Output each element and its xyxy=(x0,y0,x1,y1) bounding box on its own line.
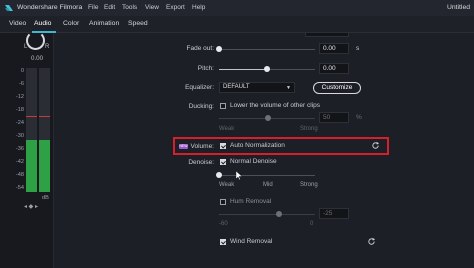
menu-file[interactable]: File xyxy=(88,4,98,11)
meter-unit: dB xyxy=(42,195,49,201)
wind-removal-label: Wind Removal xyxy=(230,238,273,245)
pitch-slider-thumb[interactable] xyxy=(264,66,270,72)
equalizer-select[interactable]: DEFAULT ▼ xyxy=(219,82,295,93)
new-badge: NEW xyxy=(179,144,188,149)
meter-scale-label: -42 xyxy=(15,159,24,165)
hum-removal-checkbox[interactable] xyxy=(220,199,226,205)
denoise-tick-weak: Weak xyxy=(219,182,235,188)
tab-video[interactable]: Video xyxy=(9,20,26,27)
ducking-slider-thumb[interactable] xyxy=(265,115,271,121)
meter-scale-label: -54 xyxy=(15,185,24,191)
ducking-checkbox-label: Lower the volume of other clips xyxy=(230,102,320,109)
fade-out-label: Fade out: xyxy=(186,45,214,52)
volume-label: Volume: xyxy=(190,143,215,150)
meter-scale-label: -18 xyxy=(15,107,24,113)
title-bar: Wondershare Filmora File Edit Tools View… xyxy=(0,0,474,16)
menu-export[interactable]: Export xyxy=(166,4,185,11)
auto-normalization-label: Auto Normalization xyxy=(230,142,285,149)
menu-help[interactable]: Help xyxy=(192,4,205,11)
customize-button[interactable]: Customize xyxy=(313,82,361,94)
meter-value: 0.00 xyxy=(31,55,44,62)
app-name: Wondershare Filmora xyxy=(17,4,83,11)
right-channel-level xyxy=(39,140,50,192)
auto-normalization-checkbox[interactable] xyxy=(220,143,226,149)
hum-tick-max: 0 xyxy=(310,221,314,227)
ducking-tick-weak: Weak xyxy=(219,126,235,132)
fade-out-unit: s xyxy=(356,45,360,52)
normal-denoise-checkbox[interactable] xyxy=(220,159,226,165)
meter-scale-label: 0 xyxy=(20,68,24,74)
ducking-label: Ducking: xyxy=(188,103,214,110)
right-channel-meter xyxy=(39,68,50,192)
meter-nav-controls[interactable]: ◂ ◆ ▸ xyxy=(24,203,38,210)
normal-denoise-label: Normal Denoise xyxy=(230,158,277,165)
denoise-slider[interactable] xyxy=(219,175,315,176)
hum-tick-min: -60 xyxy=(219,221,228,227)
window-title: Untitled xyxy=(446,4,470,11)
ducking-input[interactable]: 50 xyxy=(319,112,349,123)
meter-scale-label: -48 xyxy=(15,172,24,178)
right-peak-marker xyxy=(39,116,50,117)
denoise-label: Denoise: xyxy=(188,159,214,166)
meter-left-label: L xyxy=(24,44,28,50)
tab-audio[interactable]: Audio xyxy=(34,20,51,27)
left-channel-meter xyxy=(26,68,37,192)
denoise-slider-thumb[interactable] xyxy=(216,172,222,178)
menu-view[interactable]: View xyxy=(145,4,159,11)
pitch-label: Pitch: xyxy=(197,65,214,72)
meter-scale-label: -24 xyxy=(15,120,24,126)
chevron-down-icon: ▼ xyxy=(286,85,291,91)
mouse-cursor-icon xyxy=(236,171,242,180)
fade-out-slider[interactable] xyxy=(219,49,315,50)
pitch-slider-fill xyxy=(219,69,267,70)
hum-removal-label: Hum Removal xyxy=(230,198,272,205)
tab-color[interactable]: Color xyxy=(63,20,79,27)
ducking-tick-strong: Strong xyxy=(300,126,318,132)
equalizer-selected-value: DEFAULT xyxy=(223,84,250,90)
tab-animation[interactable]: Animation xyxy=(89,20,119,27)
hum-removal-slider-thumb[interactable] xyxy=(276,211,282,217)
menu-tools[interactable]: Tools xyxy=(122,4,137,11)
denoise-tick-mid: Mid xyxy=(263,182,273,188)
meter-scale-label: -30 xyxy=(15,133,24,139)
left-peak-marker xyxy=(26,116,37,117)
tab-speed[interactable]: Speed xyxy=(128,20,148,27)
volume-value-box-fragment xyxy=(305,33,349,37)
hum-removal-slider[interactable] xyxy=(219,214,315,215)
wind-reset-icon[interactable] xyxy=(367,237,376,246)
menu-edit[interactable]: Edit xyxy=(104,4,115,11)
denoise-tick-strong: Strong xyxy=(300,182,318,188)
reset-icon[interactable] xyxy=(371,141,380,150)
audio-meter-panel: L R 0.00 0 -6 -12 -18 -24 -30 -36 -42 -4… xyxy=(0,31,54,268)
hum-removal-input[interactable]: -25 xyxy=(319,208,349,219)
pitch-input[interactable]: 0.00 xyxy=(319,63,349,74)
wind-removal-checkbox[interactable] xyxy=(220,239,226,245)
balance-knob[interactable] xyxy=(26,31,45,50)
meter-right-label: R xyxy=(45,44,50,50)
property-tabs: Video Audio Color Animation Speed xyxy=(0,16,474,33)
fade-out-slider-thumb[interactable] xyxy=(216,46,222,52)
ducking-unit: % xyxy=(356,114,362,121)
equalizer-label: Equalizer: xyxy=(185,84,214,91)
meter-scale-label: -6 xyxy=(19,81,24,87)
meter-scale-label: -36 xyxy=(15,146,24,152)
left-channel-level xyxy=(26,140,37,192)
filmora-logo-icon xyxy=(5,5,13,11)
ducking-checkbox[interactable] xyxy=(220,103,226,109)
meter-scale-label: -12 xyxy=(15,94,24,100)
fade-out-input[interactable]: 0.00 xyxy=(319,43,349,54)
